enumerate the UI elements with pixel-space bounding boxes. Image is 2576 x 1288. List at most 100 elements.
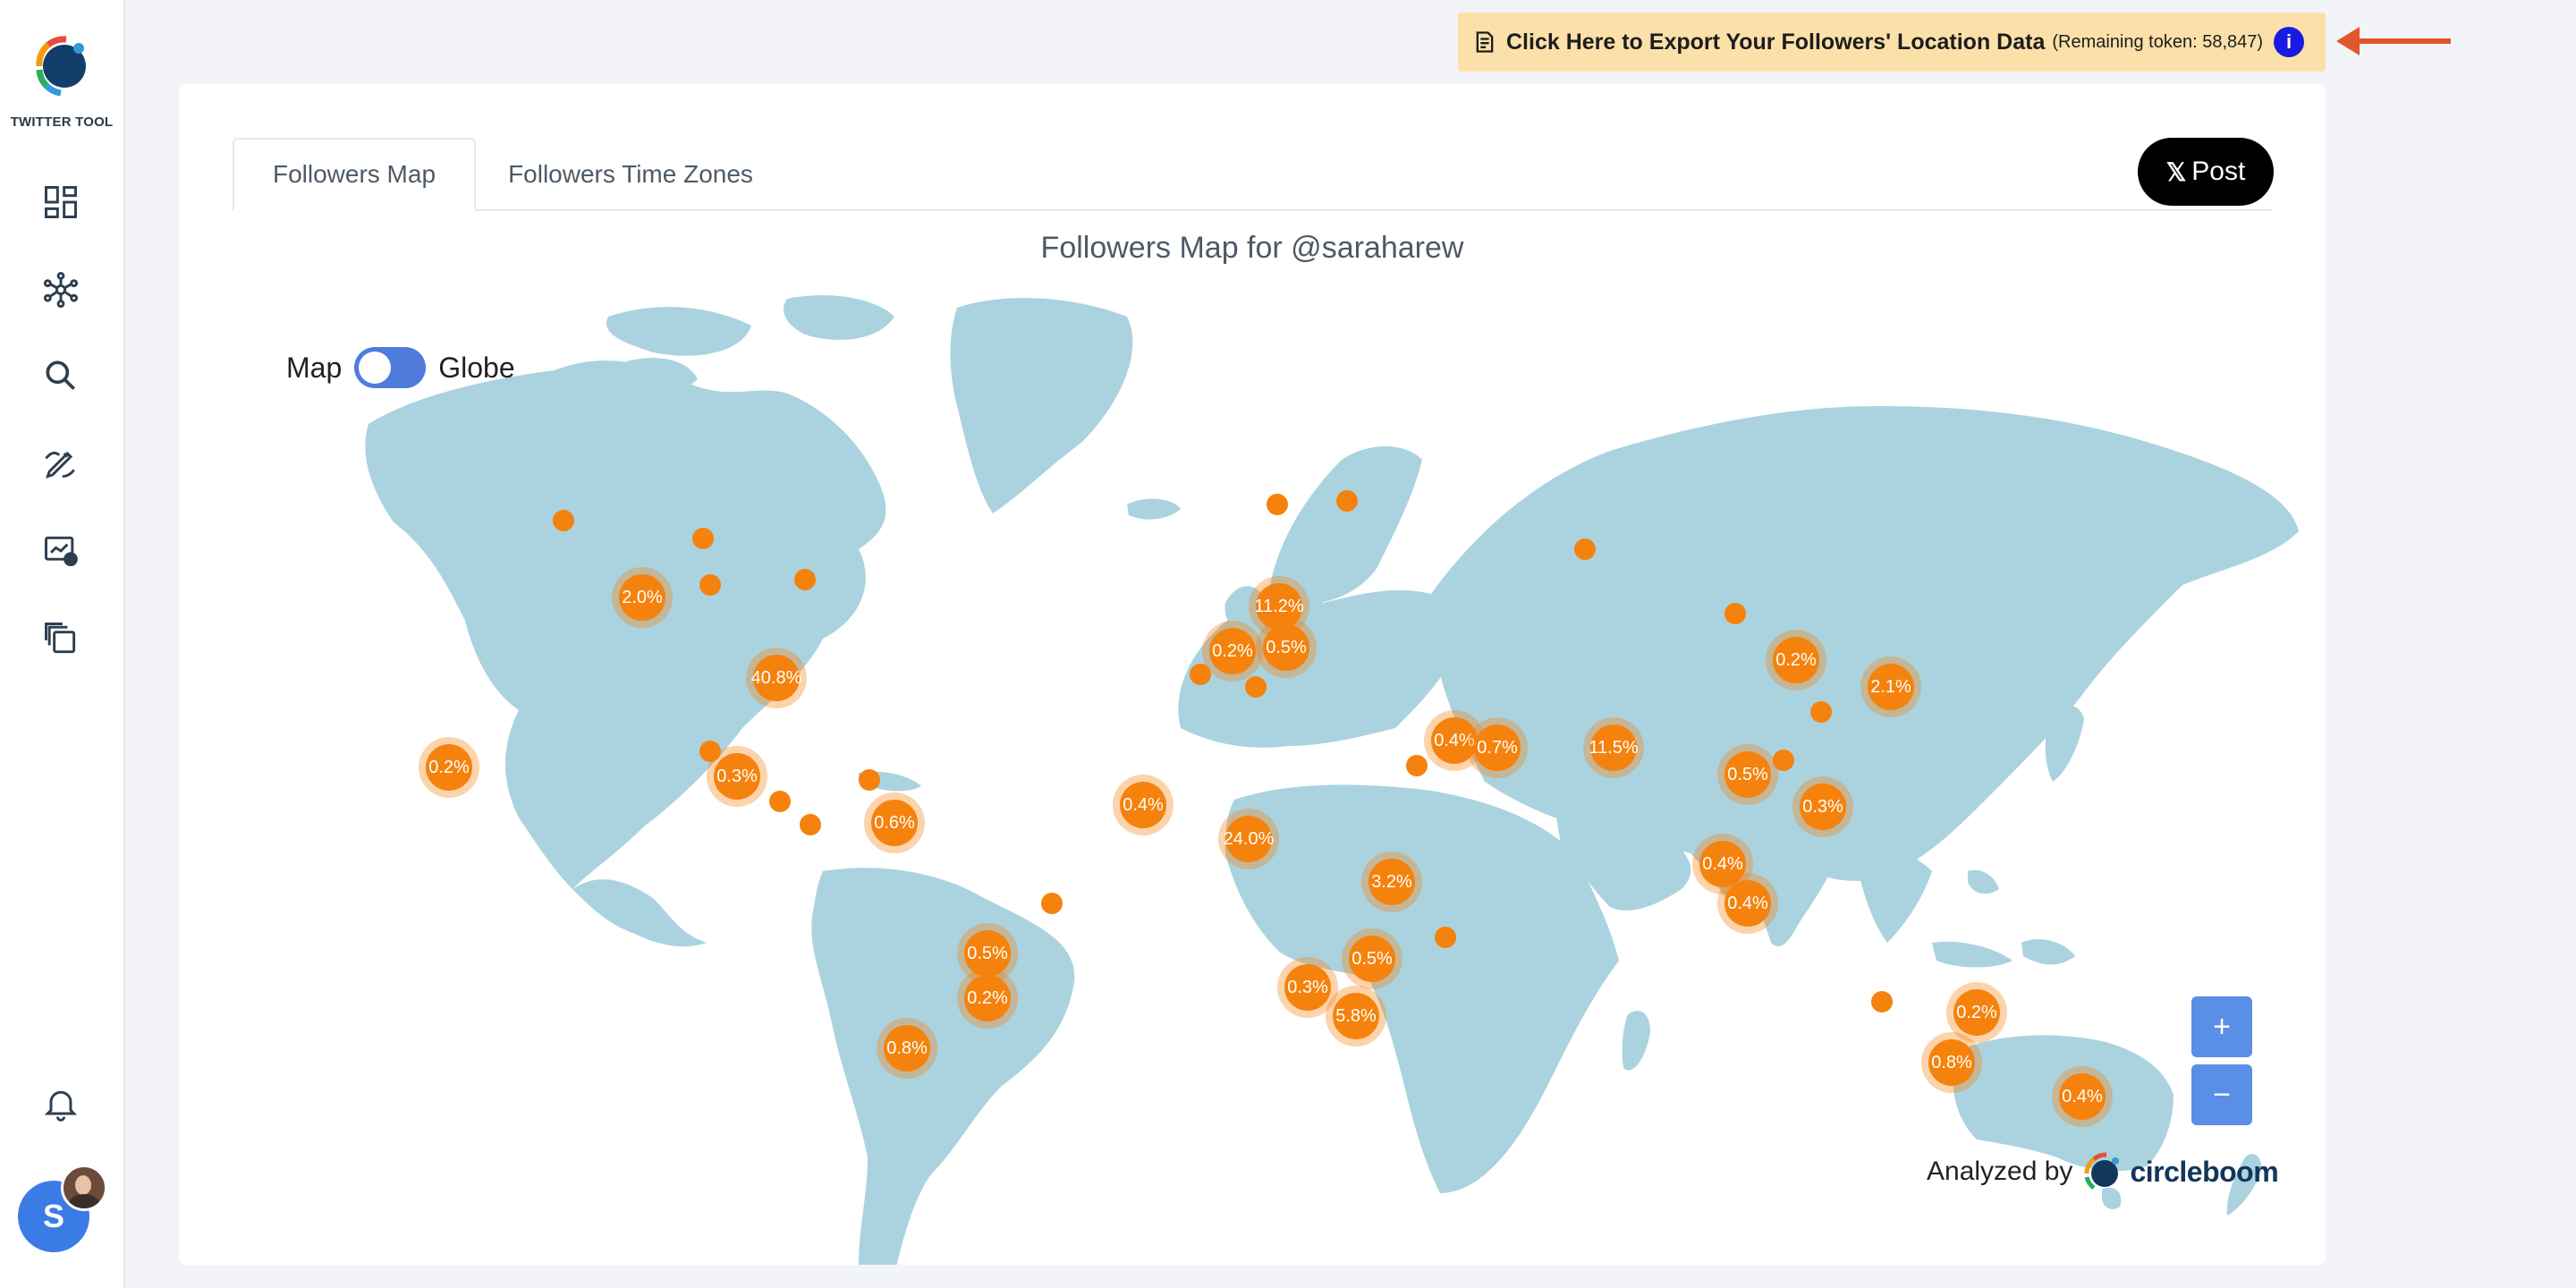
marker-40.8[interactable]: 40.8%: [746, 648, 807, 708]
location-dot[interactable]: [1435, 927, 1456, 948]
app-logo[interactable]: [27, 30, 97, 100]
marker-0.5-southern-africa[interactable]: 0.5%: [1342, 928, 1402, 989]
location-dot[interactable]: [859, 769, 880, 791]
location-dot[interactable]: [794, 569, 816, 590]
profile-face: [75, 1175, 91, 1195]
marker-label: 0.2%: [1956, 1003, 1997, 1022]
marker-0.5-italy[interactable]: 0.5%: [1256, 617, 1317, 678]
marker-label: 0.2%: [1212, 641, 1253, 661]
marker-0.8-argentina[interactable]: 0.8%: [877, 1018, 937, 1079]
toggle-label-globe: Globe: [438, 351, 515, 384]
marker-label: 0.2%: [428, 758, 470, 777]
map-globe-toggle-row: Map Globe: [286, 343, 515, 392]
location-dot[interactable]: [1406, 755, 1428, 776]
export-title: Click Here to Export Your Followers' Loc…: [1506, 29, 2046, 55]
location-dot[interactable]: [769, 791, 791, 812]
location-dot[interactable]: [1041, 893, 1063, 914]
search-icon[interactable]: [39, 354, 82, 397]
marker-label: 5.8%: [1335, 1006, 1377, 1026]
location-dot[interactable]: [1810, 701, 1832, 723]
marker-label: 0.5%: [1727, 765, 1768, 784]
marker-label: 0.4%: [1727, 894, 1768, 913]
analyzed-by-label: Analyzed by: [1927, 1157, 2073, 1186]
analyzed-by: Analyzed by circleboom: [1927, 1145, 2279, 1199]
marker-label: 0.8%: [886, 1038, 928, 1058]
compose-icon[interactable]: [39, 442, 82, 485]
marker-label: 0.6%: [874, 813, 915, 833]
marker-label: 11.5%: [1589, 738, 1638, 758]
marker-0.2-brazil[interactable]: 0.2%: [957, 968, 1018, 1029]
marker-0.4-indonesia[interactable]: 0.4%: [1717, 873, 1778, 934]
location-dot[interactable]: [1336, 490, 1358, 512]
marker-0.5-se-asia[interactable]: 0.5%: [1717, 744, 1778, 805]
marker-0.2-korea[interactable]: 0.2%: [1766, 630, 1826, 691]
remaining-token: (Remaining token: 58,847): [2052, 31, 2264, 52]
location-dot[interactable]: [1574, 538, 1596, 560]
toggle-label-map: Map: [286, 351, 343, 384]
location-dot[interactable]: [1245, 676, 1267, 698]
marker-label: 0.2%: [967, 988, 1008, 1008]
marker-2.0[interactable]: 2.0%: [612, 567, 673, 628]
document-icon: [1476, 31, 1494, 53]
location-dot[interactable]: [1267, 494, 1288, 515]
marker-label: 2.0%: [622, 588, 663, 607]
land-masses: [365, 295, 2299, 1265]
circleboom-brand[interactable]: circleboom: [2130, 1156, 2278, 1189]
marker-label: 0.5%: [1266, 638, 1307, 657]
location-dot[interactable]: [1724, 603, 1746, 624]
marker-label: 0.3%: [1287, 978, 1328, 997]
marker-label: 40.8%: [751, 668, 802, 688]
marker-0.2-hawaii[interactable]: 0.2%: [419, 737, 479, 798]
marker-label: 0.2%: [1775, 650, 1817, 670]
marker-0.3-mexico[interactable]: 0.3%: [707, 746, 767, 807]
marker-label: 11.2%: [1254, 597, 1303, 616]
location-dot[interactable]: [800, 814, 821, 835]
marker-label: 0.8%: [1931, 1053, 1972, 1072]
zoom-out-button[interactable]: −: [2191, 1064, 2252, 1125]
marker-label: 24.0%: [1224, 829, 1275, 849]
zoom-in-button[interactable]: +: [2191, 996, 2252, 1057]
location-dot[interactable]: [1871, 991, 1893, 1013]
marker-24.0[interactable]: 24.0%: [1218, 809, 1279, 869]
export-location-banner[interactable]: Click Here to Export Your Followers' Loc…: [1458, 13, 2326, 72]
map-globe-toggle[interactable]: [354, 347, 427, 388]
marker-label: 0.5%: [1352, 949, 1393, 969]
marker-label: 0.3%: [1802, 797, 1843, 817]
world-map[interactable]: 2.0% 40.8% 0.2% 0.3% 0.6% 0.5% 0.2% 0.8%…: [179, 84, 2326, 1265]
tab-followers-map[interactable]: Followers Map: [233, 138, 476, 211]
toggle-knob: [359, 352, 392, 384]
app-logo-text: TWITTER TOOL: [10, 114, 114, 130]
marker-label: 0.7%: [1477, 738, 1518, 758]
circleboom-logo-icon: [2084, 1152, 2120, 1191]
marker-label: 2.1%: [1870, 677, 1911, 697]
marker-11.5[interactable]: 11.5%: [1583, 717, 1644, 778]
marker-2.1[interactable]: 2.1%: [1860, 657, 1921, 717]
marker-0.4-west-africa[interactable]: 0.4%: [1113, 775, 1174, 835]
dashboard-icon[interactable]: [39, 181, 82, 224]
analytics-icon[interactable]: [39, 530, 82, 572]
marker-label: 0.4%: [1123, 795, 1164, 815]
bell-icon[interactable]: [39, 1082, 82, 1125]
marker-3.2[interactable]: 3.2%: [1361, 852, 1422, 912]
marker-0.4-nz[interactable]: 0.4%: [2052, 1066, 2113, 1127]
followers-map-card: Followers Map Followers Time Zones 𝕏 Pos…: [179, 84, 2326, 1265]
marker-0.8-australia[interactable]: 0.8%: [1921, 1032, 1982, 1093]
profile-photo[interactable]: [61, 1165, 107, 1211]
sidebar: TWITTER TOOL S: [0, 0, 125, 1288]
location-dot[interactable]: [553, 510, 574, 531]
copy-icon[interactable]: [39, 617, 82, 660]
marker-0.2-spain[interactable]: 0.2%: [1202, 621, 1263, 682]
marker-label: 0.4%: [2062, 1087, 2103, 1106]
location-dot[interactable]: [699, 574, 721, 596]
marker-0.6[interactable]: 0.6%: [864, 792, 925, 853]
marker-label: 0.4%: [1702, 854, 1743, 874]
marker-label: 3.2%: [1371, 872, 1412, 892]
location-dot[interactable]: [692, 528, 714, 549]
marker-label: 0.5%: [967, 944, 1008, 963]
marker-5.8[interactable]: 5.8%: [1326, 986, 1386, 1046]
network-icon[interactable]: [39, 268, 82, 311]
marker-label: 0.3%: [716, 767, 758, 786]
marker-0.7[interactable]: 0.7%: [1467, 717, 1528, 778]
info-icon[interactable]: i: [2274, 27, 2305, 57]
marker-0.3-philippines[interactable]: 0.3%: [1792, 776, 1853, 837]
